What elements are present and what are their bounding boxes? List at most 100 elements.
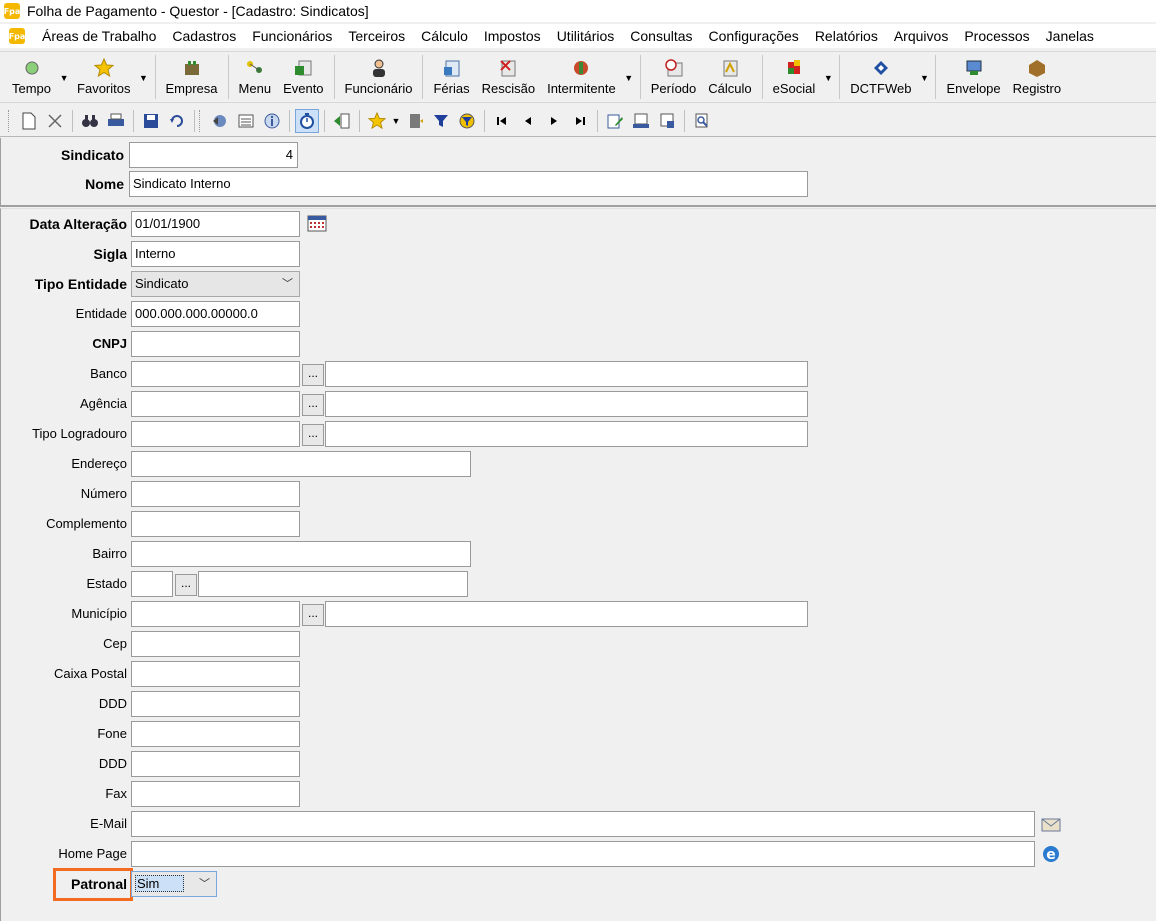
cnpj-field[interactable]: [131, 331, 300, 357]
stopwatch-icon[interactable]: [295, 108, 319, 133]
first-record-icon[interactable]: [490, 109, 514, 133]
periodo-button[interactable]: Período: [645, 52, 703, 102]
menu-areas-de-trabalho[interactable]: Áreas de Trabalho: [34, 28, 164, 44]
menu-consultas[interactable]: Consultas: [622, 28, 700, 44]
esocial-dropdown-icon[interactable]: ▼: [821, 52, 835, 102]
open-door-icon[interactable]: [403, 109, 427, 133]
email-field[interactable]: [131, 811, 1035, 837]
fax-field[interactable]: [131, 781, 300, 807]
menu-calculo[interactable]: Cálculo: [413, 28, 476, 44]
agencia-code-field[interactable]: [131, 391, 300, 417]
estado-name-field[interactable]: [198, 571, 468, 597]
favoritos-button[interactable]: Favoritos: [71, 52, 136, 102]
entidade-field[interactable]: 000.000.000.00000.0: [131, 301, 300, 327]
municipio-code-field[interactable]: [131, 601, 300, 627]
envelope-label: Envelope: [946, 81, 1001, 96]
email-envelope-icon[interactable]: [1041, 814, 1061, 834]
estado-code-field[interactable]: [131, 571, 173, 597]
agencia-name-field[interactable]: [325, 391, 808, 417]
registro-button[interactable]: Registro: [1007, 52, 1067, 102]
intermitente-dropdown-icon[interactable]: ▼: [622, 52, 636, 102]
menu-cadastros[interactable]: Cadastros: [164, 28, 244, 44]
esocial-button[interactable]: eSocial: [767, 52, 822, 102]
endereco-field[interactable]: [131, 451, 471, 477]
menu-funcionarios[interactable]: Funcionários: [244, 28, 340, 44]
report-icon[interactable]: [629, 109, 653, 133]
calendar-icon[interactable]: [307, 214, 327, 232]
dctfweb-button[interactable]: DCTFWeb: [844, 52, 917, 102]
menu-janelas[interactable]: Janelas: [1038, 28, 1102, 44]
preview-icon[interactable]: [690, 109, 714, 133]
menu-utilitarios[interactable]: Utilitários: [549, 28, 623, 44]
sindicato-code-field[interactable]: 4: [129, 142, 298, 168]
info-icon[interactable]: [260, 109, 284, 133]
banco-lookup-button[interactable]: ...: [302, 364, 324, 386]
print-icon[interactable]: [104, 109, 128, 133]
ferias-button[interactable]: Férias: [427, 52, 475, 102]
complemento-field[interactable]: [131, 511, 300, 537]
sigla-field[interactable]: Interno: [131, 241, 300, 267]
favorite-star-icon[interactable]: [365, 109, 389, 133]
tempo-dropdown-icon[interactable]: ▼: [57, 52, 71, 102]
bairro-field[interactable]: [131, 541, 471, 567]
clear-filter-icon[interactable]: [455, 109, 479, 133]
municipio-name-field[interactable]: [325, 601, 808, 627]
internet-explorer-icon[interactable]: e: [1041, 844, 1061, 864]
caixa-postal-field[interactable]: [131, 661, 300, 687]
list-icon[interactable]: [234, 109, 258, 133]
filter-icon[interactable]: [429, 109, 453, 133]
banco-name-field[interactable]: [325, 361, 808, 387]
menu-arquivos[interactable]: Arquivos: [886, 28, 956, 44]
report-settings-icon[interactable]: [655, 109, 679, 133]
ddd-field[interactable]: [131, 691, 300, 717]
data-alteracao-field[interactable]: 01/01/1900: [131, 211, 300, 237]
next-record-icon[interactable]: [542, 109, 566, 133]
menu-relatorios[interactable]: Relatórios: [807, 28, 886, 44]
fone-field[interactable]: [131, 721, 300, 747]
navigate-icon[interactable]: [208, 109, 232, 133]
favoritos-dropdown-icon[interactable]: ▼: [137, 52, 151, 102]
rescisao-button[interactable]: Rescisão: [476, 52, 541, 102]
tipo-logradouro-lookup-button[interactable]: ...: [302, 424, 324, 446]
previous-record-icon[interactable]: [516, 109, 540, 133]
menu-processos[interactable]: Processos: [956, 28, 1037, 44]
evento-button[interactable]: Evento: [277, 52, 329, 102]
toolbar-grip[interactable]: [199, 109, 201, 132]
last-record-icon[interactable]: [568, 109, 592, 133]
refresh-icon[interactable]: [165, 109, 189, 133]
tipo-entidade-select[interactable]: Sindicato ﹀: [131, 271, 300, 297]
banco-code-field[interactable]: [131, 361, 300, 387]
new-document-icon[interactable]: [17, 109, 41, 133]
menu-configuracoes[interactable]: Configurações: [701, 28, 807, 44]
numero-field[interactable]: [131, 481, 300, 507]
delete-icon[interactable]: [43, 109, 67, 133]
tipo-logradouro-code-field[interactable]: [131, 421, 300, 447]
dctfweb-dropdown-icon[interactable]: ▼: [917, 52, 931, 102]
cep-field[interactable]: [131, 631, 300, 657]
menu-button[interactable]: Menu: [233, 52, 278, 102]
envelope-button[interactable]: Envelope: [940, 52, 1006, 102]
patronal-select[interactable]: Sim ﹀: [131, 871, 217, 897]
funcionario-button[interactable]: Funcionário: [339, 52, 419, 102]
toolbar-separator: [154, 55, 156, 99]
menu-terceiros[interactable]: Terceiros: [340, 28, 413, 44]
favorite-dropdown-icon[interactable]: ▼: [391, 109, 401, 133]
municipio-lookup-button[interactable]: ...: [302, 604, 324, 626]
toolbar-grip[interactable]: [8, 109, 10, 132]
binoculars-icon[interactable]: [78, 109, 102, 133]
exit-icon[interactable]: [330, 109, 354, 133]
intermitente-button[interactable]: Intermitente: [541, 52, 622, 102]
ddd-fax-field[interactable]: [131, 751, 300, 777]
edit-record-icon[interactable]: [603, 109, 627, 133]
home-page-field[interactable]: [131, 841, 1035, 867]
nome-field[interactable]: Sindicato Interno: [129, 171, 808, 197]
calculo-button[interactable]: Cálculo: [702, 52, 757, 102]
tipo-logradouro-name-field[interactable]: [325, 421, 808, 447]
empresa-button[interactable]: Empresa: [160, 52, 224, 102]
save-icon[interactable]: [139, 109, 163, 133]
menu-impostos[interactable]: Impostos: [476, 28, 549, 44]
agencia-lookup-button[interactable]: ...: [302, 394, 324, 416]
tempo-button[interactable]: Tempo: [6, 52, 57, 102]
estado-lookup-button[interactable]: ...: [175, 574, 197, 596]
menu-app-icon[interactable]: Fpa: [9, 28, 25, 44]
